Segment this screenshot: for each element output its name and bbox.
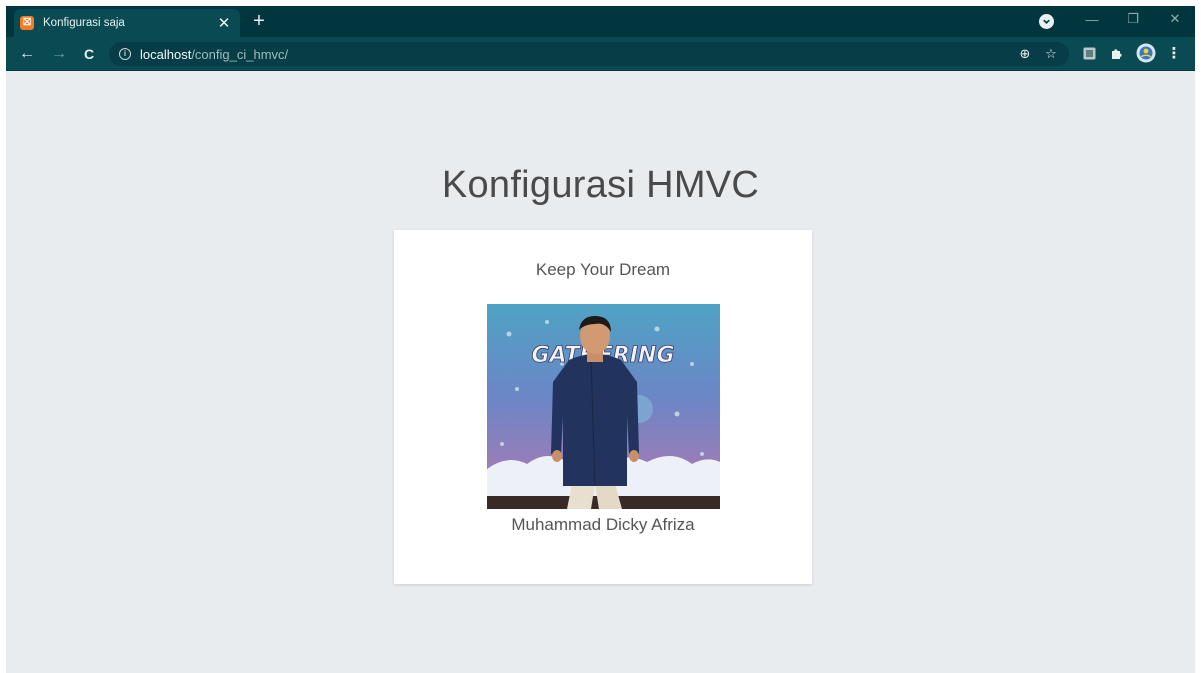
tab-strip: ⛝ Konfigurasi saja ✕ + — ❐ ✕ xyxy=(6,6,1195,37)
card-caption: Muhammad Dicky Afriza xyxy=(511,515,695,534)
url-text[interactable]: localhost/config_ci_hmvc/ xyxy=(140,47,288,62)
profile-avatar-icon[interactable] xyxy=(1135,42,1157,64)
zoom-icon[interactable]: ⊕ xyxy=(1017,46,1033,62)
tab-search-icon[interactable] xyxy=(1039,14,1054,29)
tab-title: Konfigurasi saja xyxy=(43,17,125,29)
restore-button[interactable]: ❐ xyxy=(1116,6,1150,32)
profile-photo: GATHERING xyxy=(487,304,720,509)
page-title: Konfigurasi HMVC xyxy=(441,164,760,206)
address-bar[interactable]: i localhost/config_ci_hmvc/ ⊕ ☆ xyxy=(109,42,1069,66)
extensions-puzzle-icon[interactable] xyxy=(1108,45,1124,61)
new-tab-button[interactable]: + xyxy=(248,10,270,32)
url-host: localhost xyxy=(140,46,192,62)
bookmark-star-icon[interactable]: ☆ xyxy=(1043,46,1059,62)
site-info-icon[interactable]: i xyxy=(119,48,131,60)
close-window-button[interactable]: ✕ xyxy=(1158,6,1192,32)
tab-konfigurasi[interactable]: ⛝ Konfigurasi saja ✕ xyxy=(14,9,240,37)
minimize-button[interactable]: — xyxy=(1075,6,1109,32)
page-content: Konfigurasi HMVC Keep Your Dream Muhamma… xyxy=(6,71,1195,673)
back-button[interactable]: ← xyxy=(16,43,38,65)
xampp-favicon-icon: ⛝ xyxy=(20,16,34,30)
extension-icon[interactable] xyxy=(1081,45,1097,61)
browser-window: ⛝ Konfigurasi saja ✕ + — ❐ ✕ ← → C i loc… xyxy=(6,6,1195,673)
forward-button[interactable]: → xyxy=(48,43,70,65)
card-subtitle: Keep Your Dream xyxy=(535,260,671,279)
reload-button[interactable]: C xyxy=(78,43,100,65)
tab-close-icon[interactable]: ✕ xyxy=(214,13,234,33)
browser-toolbar: ← → C i localhost/config_ci_hmvc/ ⊕ ☆ ⋮ xyxy=(6,37,1195,71)
profile-card: Keep Your Dream Muhammad Dicky Afriza xyxy=(394,230,812,584)
url-path: /config_ci_hmvc/ xyxy=(191,46,289,62)
browser-menu-icon[interactable]: ⋮ xyxy=(1166,45,1182,62)
